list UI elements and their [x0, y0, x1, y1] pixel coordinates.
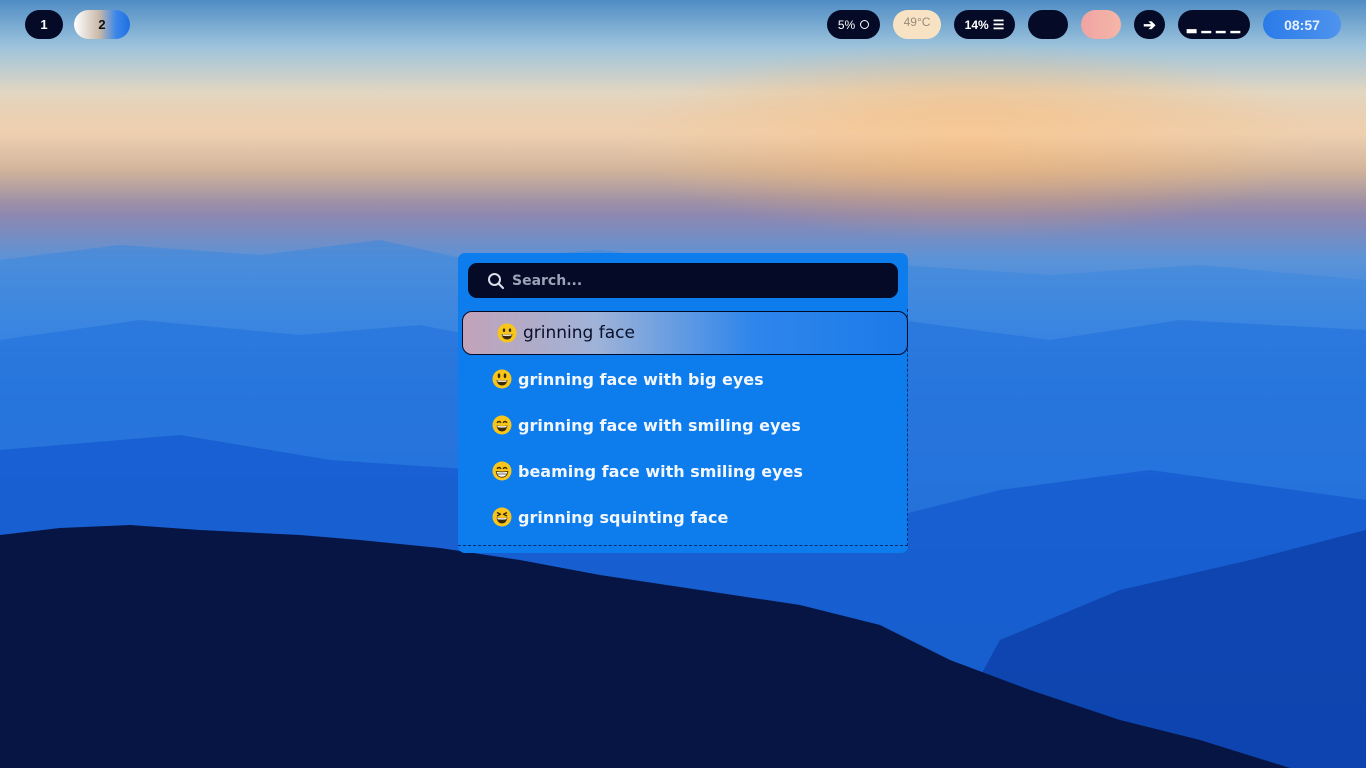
result-item-grinning-squinting-face[interactable]: grinning squinting face: [458, 494, 906, 540]
beaming-face-with-smiling-eyes-icon: [492, 461, 512, 481]
workspace-2-label: 2: [98, 17, 106, 32]
grinning-squinting-face-icon: [492, 507, 512, 527]
cpu-usage-widget[interactable]: 5%: [827, 10, 880, 39]
grinning-face-icon: [497, 323, 517, 343]
temperature-value: 49°C: [903, 15, 931, 29]
memory-usage-widget[interactable]: 14% ☰: [954, 10, 1015, 39]
clock-time: 08:57: [1284, 16, 1320, 33]
result-item-grinning-face-with-smiling-eyes[interactable]: grinning face with smiling eyes: [458, 402, 906, 448]
result-item-beaming-face-with-smiling-eyes[interactable]: beaming face with smiling eyes: [458, 448, 906, 494]
level-bars-icon: ▂ ▁ ▁ ▁: [1187, 19, 1241, 33]
menu-icon: ☰: [992, 16, 1005, 32]
empty-widget[interactable]: [1028, 10, 1068, 39]
result-item-grinning-face-with-big-eyes[interactable]: grinning face with big eyes: [458, 356, 906, 402]
temperature-widget[interactable]: 49°C: [893, 10, 941, 39]
arrow-button[interactable]: ➔: [1134, 10, 1165, 39]
workspace-2-button[interactable]: 2: [74, 10, 130, 39]
result-label: grinning face with big eyes: [518, 369, 764, 389]
cpu-ring-icon: [860, 20, 870, 29]
audio-level-widget[interactable]: ▂ ▁ ▁ ▁: [1178, 10, 1250, 39]
grinning-face-with-big-eyes-icon: [492, 369, 512, 389]
clock-widget[interactable]: 08:57: [1263, 10, 1341, 39]
search-bar[interactable]: [468, 263, 898, 298]
memory-usage-value: 14%: [964, 17, 989, 32]
search-input[interactable]: [510, 271, 884, 290]
workspace-1-label: 1: [40, 17, 48, 32]
cpu-usage-value: 5%: [837, 17, 856, 32]
arrow-right-icon: ➔: [1143, 16, 1156, 34]
color-widget[interactable]: [1081, 10, 1121, 39]
results-list: grinning face grinning face with big eye…: [458, 309, 908, 546]
result-item-grinning-face[interactable]: grinning face: [462, 311, 908, 355]
result-label: grinning squinting face: [518, 507, 729, 527]
result-label: grinning face with smiling eyes: [518, 415, 801, 435]
search-icon: [488, 272, 505, 289]
workspace-1-button[interactable]: 1: [25, 10, 63, 39]
emoji-launcher: grinning face grinning face with big eye…: [458, 253, 908, 553]
result-label: grinning face: [523, 323, 635, 343]
result-label: beaming face with smiling eyes: [518, 461, 803, 481]
grinning-face-with-smiling-eyes-icon: [492, 415, 512, 435]
